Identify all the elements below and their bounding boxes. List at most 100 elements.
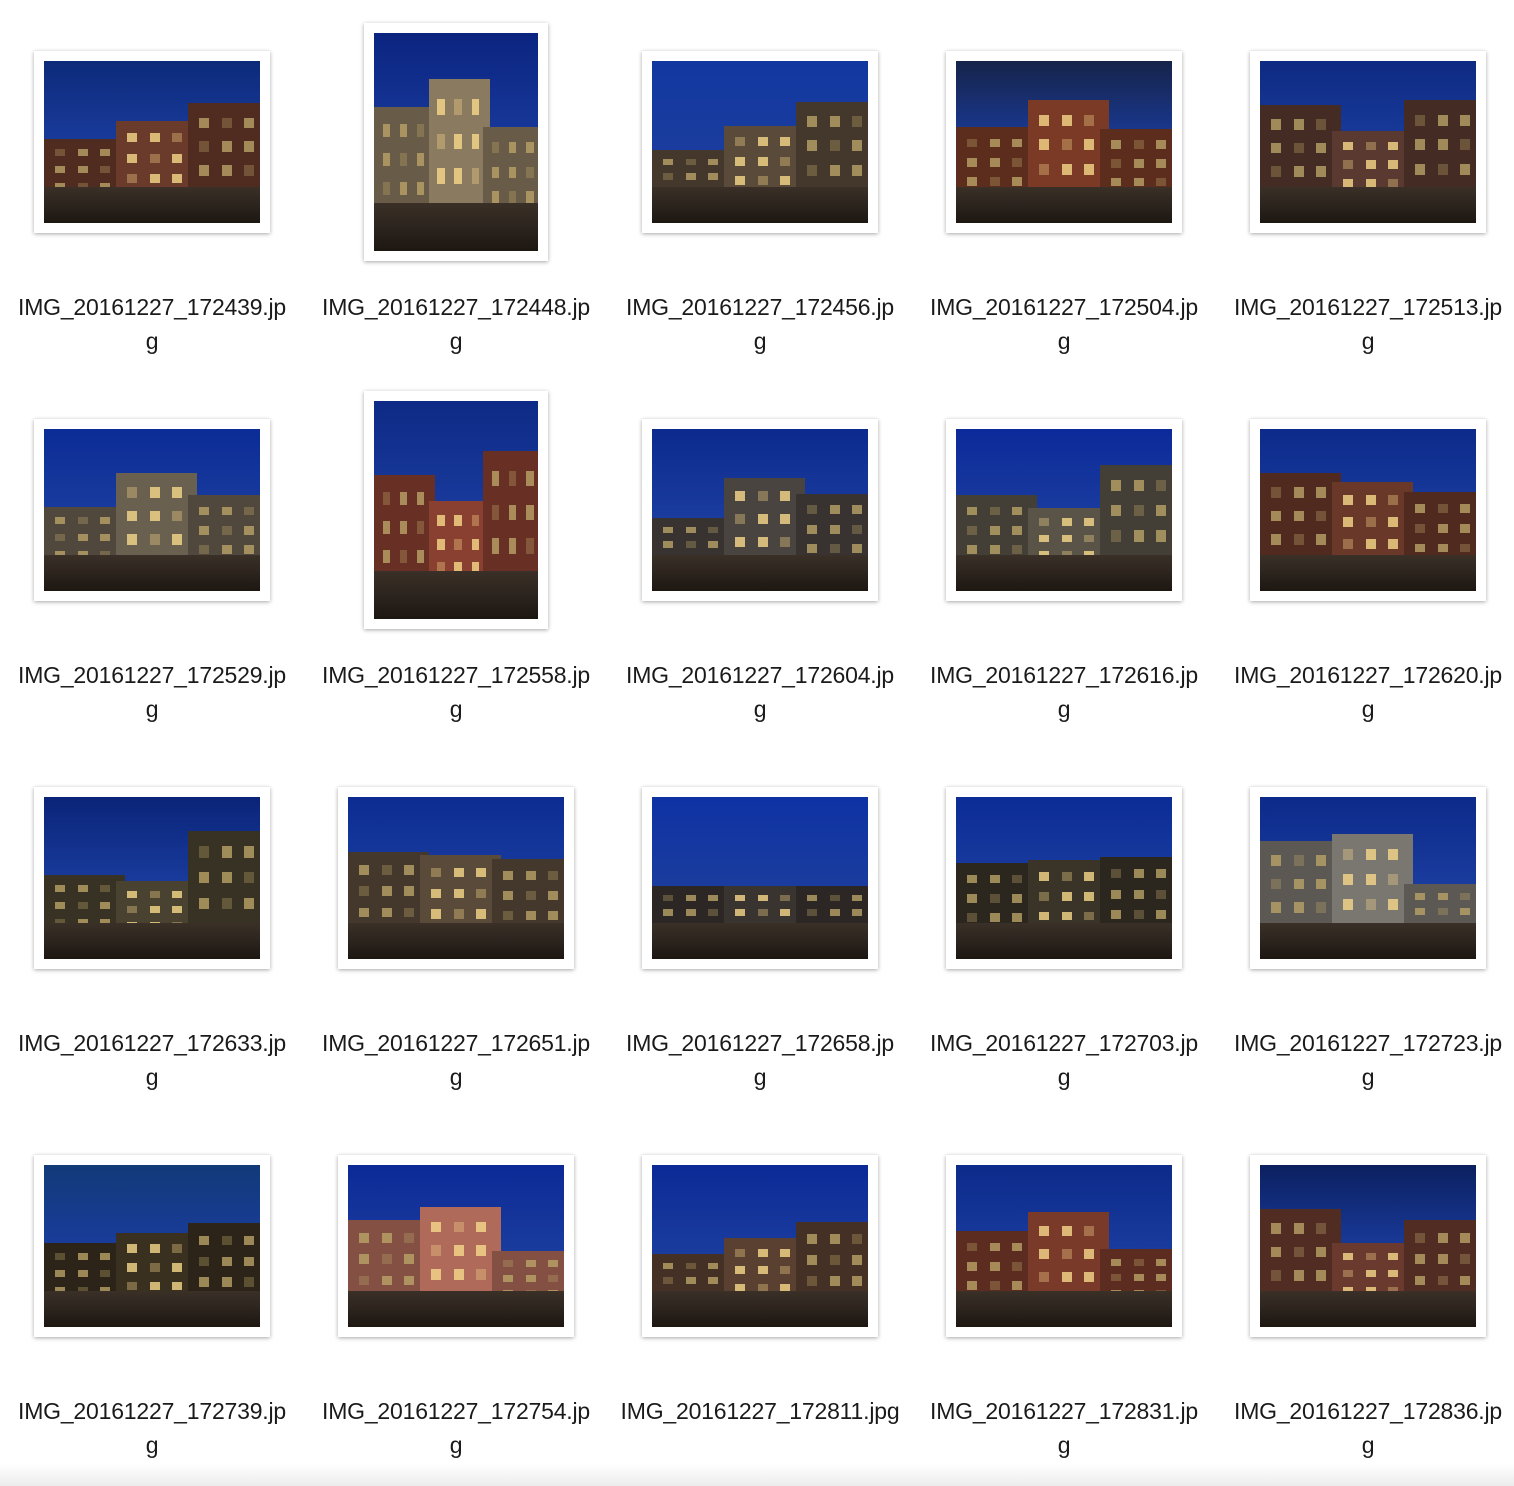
image-thumbnail[interactable] — [1250, 787, 1486, 969]
photo-preview — [374, 33, 538, 251]
image-thumbnail[interactable] — [34, 1155, 270, 1337]
bottom-edge — [0, 1464, 1514, 1486]
file-item[interactable]: IMG_20161227_172620.jp g — [1216, 368, 1514, 736]
file-name-label: IMG_20161227_172529.jp g — [0, 658, 304, 726]
photo-preview — [44, 61, 260, 223]
file-item[interactable]: IMG_20161227_172633.jp g — [0, 736, 304, 1104]
image-thumbnail[interactable] — [34, 51, 270, 233]
photo-preview — [652, 1165, 868, 1327]
file-name-line2: g — [1057, 1064, 1071, 1090]
file-item[interactable]: IMG_20161227_172811.jpg — [608, 1104, 912, 1472]
thumbnail-area — [912, 736, 1216, 1006]
photo-preview — [652, 797, 868, 959]
file-name-line2: g — [753, 1064, 767, 1090]
file-name-line2: g — [1057, 696, 1071, 722]
file-item[interactable]: IMG_20161227_172456.jpg — [608, 0, 912, 368]
file-name-line2: g — [145, 1432, 159, 1458]
thumbnail-area — [1216, 368, 1514, 638]
file-name-label: IMG_20161227_172723.jpg — [1216, 1026, 1514, 1094]
file-name-line1: IMG_20161227_172529.jp — [18, 662, 286, 688]
photo-preview — [652, 429, 868, 591]
image-thumbnail[interactable] — [642, 1155, 878, 1337]
file-item[interactable]: IMG_20161227_172513.jp g — [1216, 0, 1514, 368]
file-name-label: IMG_20161227_172513.jp g — [1216, 290, 1514, 358]
photo-preview — [44, 797, 260, 959]
image-thumbnail[interactable] — [946, 787, 1182, 969]
file-name-line1: IMG_20161227_172703.jp — [930, 1030, 1198, 1056]
file-name-line1: IMG_20161227_172616.jp — [930, 662, 1198, 688]
photo-preview — [956, 61, 1172, 223]
thumbnail-area — [608, 1104, 912, 1374]
image-thumbnail[interactable] — [364, 23, 548, 261]
file-name-line1: IMG_20161227_172513.jp — [1234, 294, 1502, 320]
file-item[interactable]: IMG_20161227_172529.jp g — [0, 368, 304, 736]
file-name-label: IMG_20161227_172811.jpg — [608, 1394, 912, 1428]
file-name-label: IMG_20161227_172456.jpg — [608, 290, 912, 358]
file-name-line2: g — [1057, 328, 1071, 354]
image-thumbnail[interactable] — [1250, 1155, 1486, 1337]
thumbnail-area — [304, 736, 608, 1006]
file-item[interactable]: IMG_20161227_172836.jpg — [1216, 1104, 1514, 1472]
photo-preview — [652, 61, 868, 223]
image-thumbnail[interactable] — [1250, 419, 1486, 601]
image-thumbnail[interactable] — [946, 419, 1182, 601]
file-item[interactable]: IMG_20161227_172739.jp g — [0, 1104, 304, 1472]
thumbnail-area — [1216, 1104, 1514, 1374]
image-thumbnail[interactable] — [1250, 51, 1486, 233]
file-item[interactable]: IMG_20161227_172703.jpg — [912, 736, 1216, 1104]
file-item[interactable]: IMG_20161227_172439.jpg — [0, 0, 304, 368]
file-name-label: IMG_20161227_172504.jp g — [912, 290, 1216, 358]
image-thumbnail[interactable] — [946, 1155, 1182, 1337]
image-thumbnail[interactable] — [642, 419, 878, 601]
file-name-label: IMG_20161227_172604.jpg — [608, 658, 912, 726]
file-name-label: IMG_20161227_172658.jp g — [608, 1026, 912, 1094]
image-thumbnail[interactable] — [946, 51, 1182, 233]
image-thumbnail[interactable] — [34, 419, 270, 601]
thumbnail-area — [1216, 0, 1514, 270]
photo-preview — [1260, 797, 1476, 959]
image-thumbnail[interactable] — [364, 391, 548, 629]
file-name-line1: IMG_20161227_172439.jp — [18, 294, 286, 320]
file-name-label: IMG_20161227_172754.jpg — [304, 1394, 608, 1462]
thumbnail-area — [0, 736, 304, 1006]
file-name-label: IMG_20161227_172448.jpg — [304, 290, 608, 358]
image-thumbnail[interactable] — [338, 1155, 574, 1337]
file-name-line2: g — [753, 696, 767, 722]
file-name-line1: IMG_20161227_172633.jp — [18, 1030, 286, 1056]
file-item[interactable]: IMG_20161227_172504.jp g — [912, 0, 1216, 368]
file-name-line2: g — [1361, 1064, 1375, 1090]
thumbnail-area — [304, 0, 608, 270]
file-name-line1: IMG_20161227_172448.jp — [322, 294, 590, 320]
file-name-line2: g — [145, 328, 159, 354]
file-item[interactable]: IMG_20161227_172723.jpg — [1216, 736, 1514, 1104]
file-item[interactable]: IMG_20161227_172651.jp g — [304, 736, 608, 1104]
file-name-label: IMG_20161227_172651.jp g — [304, 1026, 608, 1094]
image-thumbnail[interactable] — [338, 787, 574, 969]
file-name-line1: IMG_20161227_172620.jp — [1234, 662, 1502, 688]
file-name-line1: IMG_20161227_172754.jp — [322, 1398, 590, 1424]
file-item[interactable]: IMG_20161227_172616.jpg — [912, 368, 1216, 736]
file-item[interactable]: IMG_20161227_172558.jp g — [304, 368, 608, 736]
file-name-line2: g — [449, 1432, 463, 1458]
file-name-line1: IMG_20161227_172456.jp — [626, 294, 894, 320]
file-name-line2: g — [449, 328, 463, 354]
file-name-label: IMG_20161227_172558.jp g — [304, 658, 608, 726]
file-name-label: IMG_20161227_172739.jp g — [0, 1394, 304, 1462]
file-name-line1: IMG_20161227_172836.jp — [1234, 1398, 1502, 1424]
file-name-line1: IMG_20161227_172604.jp — [626, 662, 894, 688]
photo-preview — [44, 1165, 260, 1327]
file-item[interactable]: IMG_20161227_172831.jp g — [912, 1104, 1216, 1472]
image-thumbnail[interactable] — [34, 787, 270, 969]
file-name-line2: g — [753, 328, 767, 354]
image-thumbnail[interactable] — [642, 51, 878, 233]
file-item[interactable]: IMG_20161227_172658.jp g — [608, 736, 912, 1104]
file-item[interactable]: IMG_20161227_172604.jpg — [608, 368, 912, 736]
image-thumbnail[interactable] — [642, 787, 878, 969]
file-name-line2: g — [1057, 1432, 1071, 1458]
file-item[interactable]: IMG_20161227_172448.jpg — [304, 0, 608, 368]
file-item[interactable]: IMG_20161227_172754.jpg — [304, 1104, 608, 1472]
file-name-line1: IMG_20161227_172723.jp — [1234, 1030, 1502, 1056]
file-name-line2: g — [1361, 1432, 1375, 1458]
file-name-label: IMG_20161227_172831.jp g — [912, 1394, 1216, 1462]
photo-preview — [956, 1165, 1172, 1327]
